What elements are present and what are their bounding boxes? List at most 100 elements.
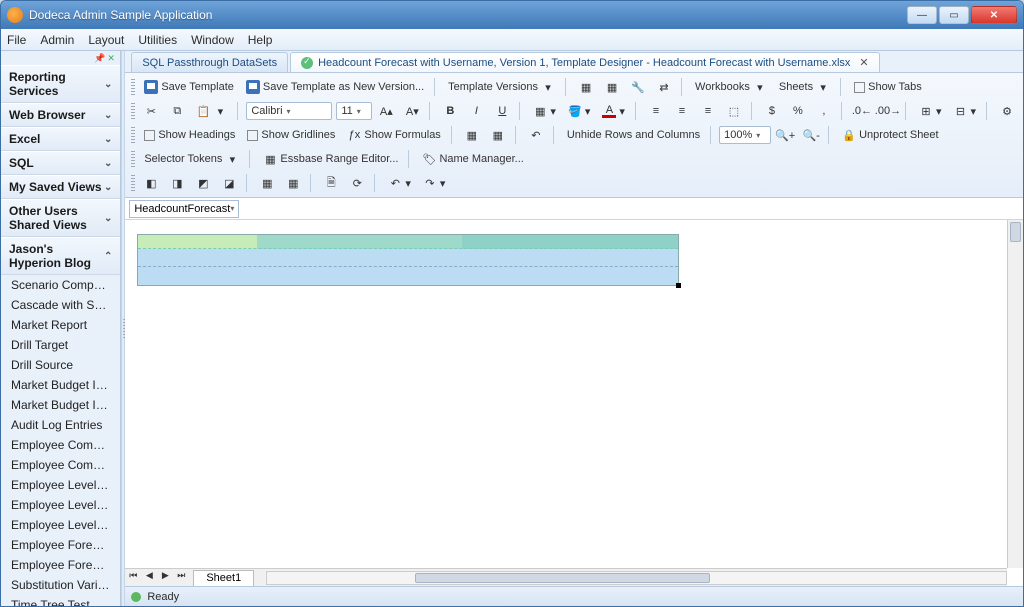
tool-icon-button[interactable]: 🔧 xyxy=(626,78,650,96)
template-versions-dropdown[interactable]: Template Versions▾ xyxy=(443,78,560,96)
menu-help[interactable]: Help xyxy=(248,33,273,47)
undo-button[interactable]: ↶▾ xyxy=(383,174,416,192)
font-size-dropdown[interactable]: 11▾ xyxy=(336,102,372,120)
group-sql[interactable]: SQL⌄ xyxy=(1,151,120,175)
last-sheet-button[interactable]: ⏭ xyxy=(173,570,189,586)
sidebar-item[interactable]: Drill Source xyxy=(1,355,120,375)
insert-dropdown[interactable]: ⊞▾ xyxy=(914,102,947,120)
range-row[interactable] xyxy=(138,249,678,267)
range-row[interactable] xyxy=(138,235,678,249)
minimize-button[interactable]: — xyxy=(907,6,937,24)
sidebar-item[interactable]: Employee Comments Management (Essbase V.… xyxy=(1,435,120,455)
copy-button[interactable]: ⧉ xyxy=(165,102,189,120)
grip-icon[interactable] xyxy=(131,127,135,143)
first-sheet-button[interactable]: ⏮ xyxy=(125,570,141,586)
tool-icon-button[interactable]: ▦ xyxy=(574,78,598,96)
fill-handle[interactable] xyxy=(676,283,681,288)
tab-close-icon[interactable]: ✕ xyxy=(859,56,868,69)
tool-button[interactable]: 🗎 xyxy=(319,174,343,192)
save-template-button[interactable]: Save Template xyxy=(139,78,239,96)
increase-decimal-button[interactable]: .00→ xyxy=(876,102,900,120)
vertical-scrollbar[interactable] xyxy=(1007,220,1023,568)
tool-button[interactable]: ◨ xyxy=(165,174,189,192)
namebox-dropdown[interactable]: HeadcountForecast ▾ xyxy=(129,200,239,218)
sidebar-item[interactable]: Employee Forecast Data Grouping 2 xyxy=(1,555,120,575)
tool-button[interactable]: ◧ xyxy=(139,174,163,192)
fill-color-dropdown[interactable]: 🪣▾ xyxy=(563,102,596,120)
group-excel[interactable]: Excel⌄ xyxy=(1,127,120,151)
freeze-button-2[interactable]: ▦ xyxy=(486,126,510,144)
align-right-button[interactable]: ≡ xyxy=(696,102,720,120)
group-other-users-shared[interactable]: Other Users Shared Views⌄ xyxy=(1,199,120,237)
underline-button[interactable]: U xyxy=(490,102,514,120)
tool-button[interactable]: ▦ xyxy=(281,174,305,192)
paste-button[interactable]: 📋▾ xyxy=(191,102,232,120)
scrollbar-thumb[interactable] xyxy=(415,573,711,583)
tool-button[interactable]: ◩ xyxy=(191,174,215,192)
spreadsheet-canvas[interactable]: ⏮ ◀ ▶ ⏭ Sheet1 xyxy=(125,220,1023,586)
font-name-dropdown[interactable]: Calibri▾ xyxy=(246,102,332,120)
sidebar-close-icon[interactable]: ✕ xyxy=(107,53,117,63)
next-sheet-button[interactable]: ▶ xyxy=(157,570,173,586)
sidebar-item[interactable]: Scenario Comparison xyxy=(1,275,120,295)
workbooks-dropdown[interactable]: Workbooks▾ xyxy=(690,78,772,96)
tool-icon-button[interactable]: ⇄ xyxy=(652,78,676,96)
comma-button[interactable]: , xyxy=(812,102,836,120)
unhide-button[interactable]: Unhide Rows and Columns xyxy=(562,127,705,143)
undo-button[interactable]: ↶ xyxy=(524,126,548,144)
menu-admin[interactable]: Admin xyxy=(40,33,74,47)
sidebar-item[interactable]: Drill Target xyxy=(1,335,120,355)
grip-icon[interactable] xyxy=(131,151,135,167)
align-center-button[interactable]: ≡ xyxy=(670,102,694,120)
scrollbar-thumb[interactable] xyxy=(1010,222,1021,242)
tool-button[interactable]: ▦ xyxy=(255,174,279,192)
freeze-button[interactable]: ▦ xyxy=(460,126,484,144)
tool-button[interactable]: ◪ xyxy=(217,174,241,192)
decrease-font-button[interactable]: A▾ xyxy=(400,102,424,120)
maximize-button[interactable]: ▭ xyxy=(939,6,969,24)
tool-button[interactable]: ⟳ xyxy=(345,174,369,192)
horizontal-scrollbar[interactable] xyxy=(266,571,1007,585)
sidebar-item[interactable]: Audit Log Entries xyxy=(1,415,120,435)
sheet-tab[interactable]: Sheet1 xyxy=(193,570,254,586)
save-template-as-button[interactable]: Save Template as New Version... xyxy=(241,78,429,96)
prev-sheet-button[interactable]: ◀ xyxy=(141,570,157,586)
increase-font-button[interactable]: A▴ xyxy=(374,102,398,120)
align-left-button[interactable]: ≡ xyxy=(644,102,668,120)
group-reporting-services[interactable]: Reporting Services⌄ xyxy=(1,65,120,103)
italic-button[interactable]: I xyxy=(464,102,488,120)
pin-icon[interactable]: 📌 xyxy=(94,53,104,63)
zoom-out-button[interactable]: 🔍- xyxy=(799,126,823,144)
show-tabs-checkbox[interactable]: Show Tabs xyxy=(849,79,927,95)
percent-button[interactable]: % xyxy=(786,102,810,120)
grip-icon[interactable] xyxy=(131,103,135,119)
tab-headcount-forecast[interactable]: Headcount Forecast with Username, Versio… xyxy=(290,52,880,72)
group-my-saved-views[interactable]: My Saved Views⌄ xyxy=(1,175,120,199)
menu-window[interactable]: Window xyxy=(191,33,234,47)
grip-icon[interactable] xyxy=(131,79,135,95)
tool-icon-button[interactable]: ▦ xyxy=(600,78,624,96)
grip-icon[interactable] xyxy=(131,175,135,191)
redo-button[interactable]: ↷▾ xyxy=(418,174,451,192)
merge-button[interactable]: ⬚ xyxy=(722,102,746,120)
tab-sql-passthrough[interactable]: SQL Passthrough DataSets xyxy=(131,52,288,72)
menu-file[interactable]: File xyxy=(7,33,26,47)
cut-button[interactable]: ✂ xyxy=(139,102,163,120)
group-jasons-hyperion-blog[interactable]: Jason's Hyperion Blog⌃ xyxy=(1,237,120,275)
menu-layout[interactable]: Layout xyxy=(88,33,124,47)
sidebar-item[interactable]: Employee Level Forecast xyxy=(1,475,120,495)
selector-tokens-dropdown[interactable]: Selector Tokens▾ xyxy=(139,150,244,168)
sidebar-item[interactable]: Employee Forecast Data Grouping xyxy=(1,535,120,555)
sidebar-item[interactable]: Time Tree Test xyxy=(1,595,120,606)
sidebar-item[interactable]: Substitution Variable Manager (Vess) xyxy=(1,575,120,595)
sidebar-item[interactable]: Employee Comments Management xyxy=(1,455,120,475)
zoom-dropdown[interactable]: 100%▾ xyxy=(719,126,771,144)
range-row[interactable] xyxy=(138,267,678,285)
close-button[interactable]: ✕ xyxy=(971,6,1017,24)
borders-dropdown[interactable]: ▦▾ xyxy=(528,102,561,120)
show-headings-checkbox[interactable]: Show Headings xyxy=(139,127,240,143)
format-button[interactable]: ⚙ xyxy=(995,102,1019,120)
sidebar-item[interactable]: Market Budget Input 2 - Comments xyxy=(1,395,120,415)
font-color-dropdown[interactable]: A▾ xyxy=(597,102,630,120)
essbase-range-editor-button[interactable]: ▦Essbase Range Editor... xyxy=(258,150,403,168)
